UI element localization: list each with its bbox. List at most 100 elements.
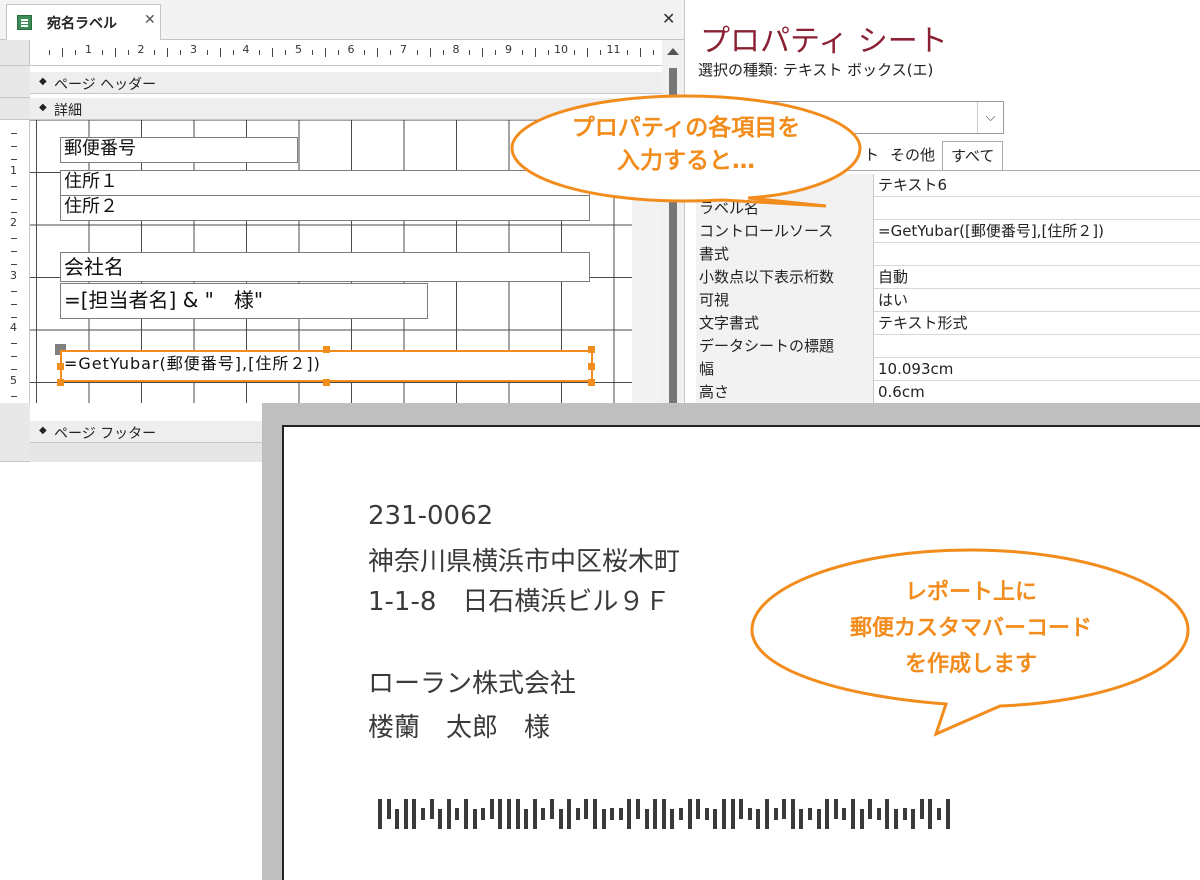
barcode-bar bbox=[782, 799, 787, 819]
ruler-number: 3 bbox=[10, 268, 17, 282]
ruler-tick bbox=[652, 50, 654, 55]
callout-bottom-line3: を作成します bbox=[904, 652, 1037, 677]
ruler-tick bbox=[469, 50, 471, 55]
section-collapse-icon: ◆ bbox=[39, 425, 47, 436]
resize-handle[interactable] bbox=[57, 363, 64, 370]
ruler-tick bbox=[11, 290, 17, 292]
selection-type-label: 選択の種類: テキスト ボックス(エ) bbox=[698, 61, 934, 79]
tab-other[interactable]: その他 bbox=[882, 141, 943, 171]
ruler-tick bbox=[219, 48, 221, 57]
property-row[interactable]: コントロールソース =GetYubar([郵便番号],[住所２]) bbox=[696, 220, 1200, 243]
barcode-textbox-selected[interactable]: =GetYubar(郵便番号],[住所２]) bbox=[60, 350, 593, 382]
ruler-tick bbox=[364, 50, 366, 55]
resize-handle[interactable] bbox=[323, 379, 330, 386]
barcode-bar bbox=[507, 799, 511, 829]
barcode-bar bbox=[765, 799, 769, 829]
ruler-number: 10 bbox=[554, 43, 568, 56]
property-name: 文字書式 bbox=[696, 312, 874, 335]
property-row[interactable]: データシートの標題 bbox=[696, 335, 1200, 358]
barcode-bar bbox=[601, 809, 606, 829]
ruler-number: 4 bbox=[10, 321, 17, 334]
resize-handle[interactable] bbox=[588, 346, 595, 353]
barcode-bar bbox=[575, 808, 580, 820]
ruler-tick bbox=[547, 50, 549, 55]
resize-handle[interactable] bbox=[323, 346, 330, 353]
property-row[interactable]: 高さ 0.6cm bbox=[696, 381, 1200, 404]
barcode-bar bbox=[584, 799, 589, 819]
ruler-tick bbox=[127, 50, 129, 55]
property-value[interactable]: テキスト6 bbox=[876, 174, 1200, 196]
document-tab-strip: 宛名ラベル ✕ ✕ bbox=[0, 0, 684, 40]
property-value[interactable]: 自動 bbox=[876, 266, 1200, 288]
ruler-tick bbox=[11, 198, 17, 200]
barcode-bar bbox=[937, 808, 941, 820]
postal-code-textbox[interactable]: 郵便番号 bbox=[60, 137, 298, 163]
barcode-bar bbox=[747, 808, 752, 820]
ruler-tick bbox=[442, 50, 444, 55]
company-textbox[interactable]: 会社名 bbox=[60, 252, 590, 282]
document-tab[interactable]: 宛名ラベル ✕ bbox=[6, 4, 161, 40]
barcode-bar bbox=[919, 799, 924, 819]
property-row[interactable]: 幅 10.093cm bbox=[696, 358, 1200, 381]
barcode-bar bbox=[773, 808, 778, 820]
chevron-down-icon[interactable]: ⌵ bbox=[977, 102, 1003, 133]
ruler-tick bbox=[377, 48, 379, 57]
ruler-tick bbox=[285, 50, 287, 55]
barcode-bar bbox=[859, 809, 864, 829]
barcode-bar bbox=[670, 809, 675, 829]
property-row[interactable]: 可視 はい bbox=[696, 289, 1200, 312]
barcode-bar bbox=[395, 809, 400, 829]
ruler-number: 11 bbox=[606, 43, 621, 56]
ruler-tick bbox=[626, 50, 628, 55]
section-page-header[interactable]: ◆ ページ ヘッダー bbox=[30, 72, 662, 94]
property-value[interactable]: 10.093cm bbox=[876, 358, 1200, 380]
resize-handle[interactable] bbox=[588, 379, 595, 386]
scroll-up-icon[interactable] bbox=[667, 48, 679, 55]
barcode-bar bbox=[653, 799, 658, 829]
ruler-tick bbox=[272, 48, 274, 57]
barcode-bar bbox=[730, 799, 735, 829]
ruler-tick bbox=[11, 343, 17, 345]
resize-handle[interactable] bbox=[57, 379, 64, 386]
barcode-bar bbox=[412, 799, 417, 829]
ruler-tick bbox=[11, 251, 17, 253]
ruler-tick bbox=[11, 369, 17, 371]
section-collapse-icon: ◆ bbox=[39, 102, 47, 113]
barcode-bar bbox=[851, 799, 855, 829]
barcode-bar bbox=[636, 799, 640, 819]
property-row[interactable]: 文字書式 テキスト形式 bbox=[696, 312, 1200, 335]
barcode-bar bbox=[928, 799, 933, 829]
ruler-tick bbox=[587, 48, 589, 57]
ruler-tick bbox=[311, 50, 313, 55]
ruler-number: 5 bbox=[295, 43, 302, 56]
barcode-bar bbox=[438, 809, 443, 829]
callout-bottom: レポート上に 郵便カスタマバーコード を作成します bbox=[748, 546, 1194, 738]
tab-close-icon[interactable]: ✕ bbox=[144, 12, 156, 28]
property-value[interactable]: =GetYubar([郵便番号],[住所２]) bbox=[876, 220, 1200, 242]
contact-textbox[interactable]: =[担当者名] & " 様" bbox=[60, 283, 428, 319]
ruler-number: 8 bbox=[452, 43, 460, 56]
ruler-tick bbox=[429, 48, 431, 57]
contact-text: 楼蘭 太郎 様 bbox=[368, 713, 551, 743]
barcode-bar bbox=[876, 808, 881, 820]
barcode-bar bbox=[593, 799, 597, 829]
barcode-bar bbox=[446, 799, 451, 829]
ruler-number: 6 bbox=[347, 43, 355, 56]
property-value[interactable]: テキスト形式 bbox=[876, 312, 1200, 334]
ruler-tick bbox=[337, 50, 339, 55]
barcode-bar bbox=[661, 799, 666, 829]
ruler-number: 1 bbox=[10, 163, 17, 177]
close-icon[interactable]: ✕ bbox=[662, 9, 675, 28]
report-design-view: 宛名ラベル ✕ ✕ 1 2 3 4 5 6 7 8 9 10 11 12345 ◆ ページ ヘッダー… bbox=[0, 0, 685, 462]
barcode-bar bbox=[567, 799, 572, 829]
resize-handle[interactable] bbox=[588, 363, 595, 370]
property-row[interactable]: 書式 bbox=[696, 243, 1200, 266]
tab-all[interactable]: すべて bbox=[942, 141, 1004, 171]
property-row[interactable]: 小数点以下表示桁数 自動 bbox=[696, 266, 1200, 289]
section-collapse-icon: ◆ bbox=[39, 76, 47, 87]
property-value[interactable]: 0.6cm bbox=[876, 381, 1200, 403]
property-value[interactable]: はい bbox=[876, 289, 1200, 311]
barcode-bar bbox=[679, 808, 683, 820]
ruler-tick bbox=[600, 50, 602, 55]
ruler-corner bbox=[0, 40, 30, 66]
